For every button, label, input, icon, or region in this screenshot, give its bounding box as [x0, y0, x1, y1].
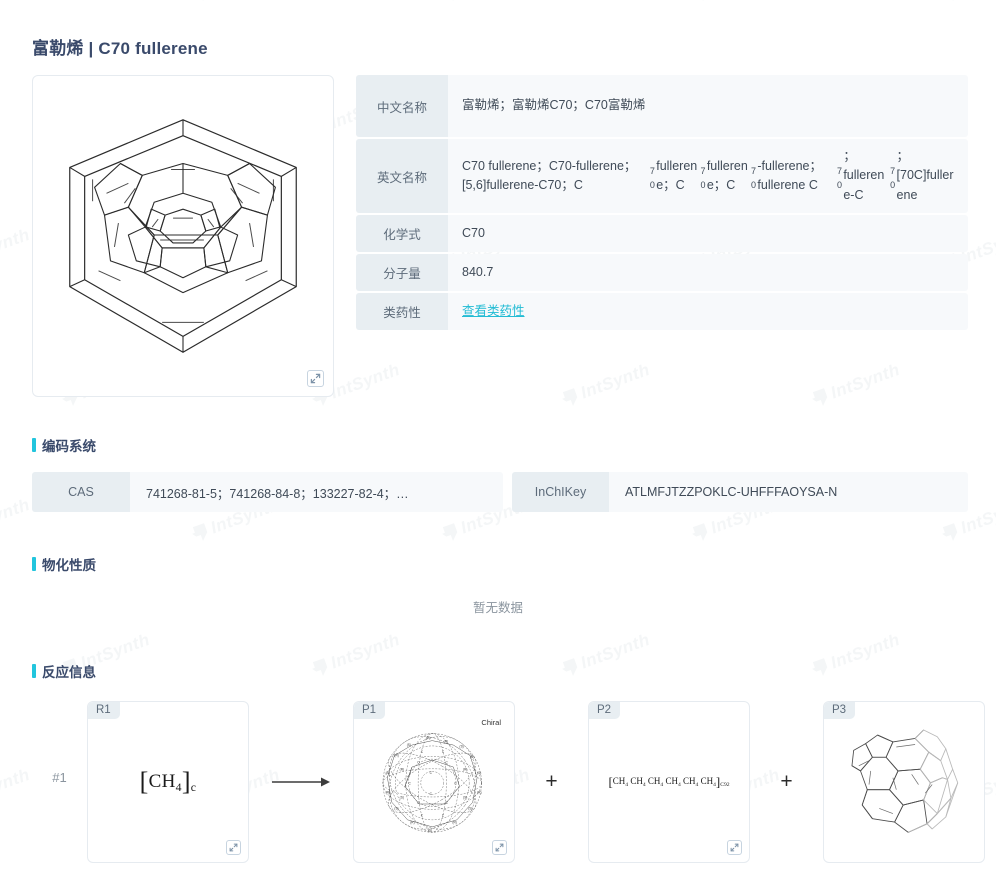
product-structure-p3 — [824, 702, 984, 862]
table-row: 分子量 840.7 — [356, 254, 968, 292]
prop-label-cn-name: 中文名称 — [356, 75, 448, 137]
svg-text:(S): (S) — [394, 806, 398, 810]
product-formula-p2: [CH4 CH4 CH4 CH4 CH4 CH4]C92 — [608, 774, 730, 789]
svg-text:(R): (R) — [394, 753, 398, 757]
product-card-p1[interactable]: P1 Chiral (R) (R) (S) (S) (R) (R) (S) (S… — [353, 701, 515, 863]
section-heading-coding: 编码系统 — [16, 435, 980, 455]
physchem-empty-text: 暂无数据 — [472, 601, 523, 615]
view-druglikeness-link[interactable]: 查看类药性 — [462, 302, 525, 321]
inchikey-field[interactable]: InChIKey ATLMFJTZZPOKLC-UHFFFAOYSA-N — [512, 472, 968, 512]
page-title: 富勒烯 | C70 fullerene — [32, 39, 208, 58]
reaction-arrow — [249, 775, 353, 789]
svg-text:(R): (R) — [463, 768, 467, 772]
product-card-p2[interactable]: P2 [CH4 CH4 CH4 CH4 CH4 CH4]C92 — [588, 701, 750, 863]
reaction-row: #1 R1 [CH4]c P1 Chiral (R) (R) (S) (S) (… — [16, 701, 985, 863]
expand-reactant-r1-icon[interactable] — [226, 840, 241, 855]
plus-separator-2: + — [780, 770, 793, 793]
reaction-flow: R1 [CH4]c P1 Chiral (R) (R) (S) (S) (R) … — [87, 701, 985, 863]
property-table: 中文名称 富勒烯；富勒烯C70；C70富勒烯 英文名称 C70 fulleren… — [356, 75, 968, 397]
reactant-structure-r1: [CH4]c — [88, 702, 248, 862]
prop-label-en-name: 英文名称 — [356, 139, 448, 214]
svg-text:(S): (S) — [460, 745, 464, 749]
prop-value-druglikeness: 查看类药性 — [448, 293, 968, 331]
svg-text:(R): (R) — [426, 736, 430, 740]
arrow-right-icon — [272, 777, 330, 787]
svg-text:C: C — [454, 782, 457, 786]
cas-label: CAS — [32, 472, 130, 512]
svg-text:(R): (R) — [444, 739, 448, 743]
fullerene-structure-drawing — [69, 119, 297, 353]
reactant-formula-r1: [CH4]c — [139, 767, 197, 796]
cas-value: 741268-81-5；741268-84-8；133227-82-4；… — [130, 472, 503, 512]
svg-text:C: C — [430, 771, 433, 775]
prop-value-en-name: C70 fullerene；C70-fullerene；[5,6]fullere… — [448, 139, 968, 214]
svg-text:C: C — [445, 761, 448, 765]
svg-text:(S): (S) — [386, 771, 390, 775]
table-row: 化学式 C70 — [356, 215, 968, 253]
svg-text:C: C — [421, 750, 424, 754]
svg-text:(R): (R) — [410, 820, 414, 824]
expand-structure-icon[interactable] — [307, 370, 324, 387]
svg-text:C: C — [421, 813, 424, 817]
table-row: 中文名称 富勒烯；富勒烯C70；C70富勒烯 — [356, 75, 968, 137]
svg-text:(R): (R) — [452, 820, 456, 824]
svg-text:(R): (R) — [477, 790, 481, 794]
svg-text:C: C — [442, 750, 445, 754]
section-heading-physchem: 物化性质 — [16, 554, 980, 574]
expand-product-p1-icon[interactable] — [492, 840, 507, 855]
svg-text:C: C — [408, 782, 411, 786]
prop-label-formula: 化学式 — [356, 215, 448, 253]
svg-text:(S): (S) — [428, 828, 432, 832]
table-row: 类药性 查看类药性 — [356, 293, 968, 331]
section-heading-reaction: 反应信息 — [16, 661, 980, 681]
compound-overview: 中文名称 富勒烯；富勒烯C70；C70富勒烯 英文名称 C70 fulleren… — [16, 75, 980, 397]
fullerene-cage-drawing-p3 — [851, 729, 959, 833]
prop-value-formula: C70 — [448, 215, 968, 253]
svg-text:(R): (R) — [400, 768, 404, 772]
plus-separator-1: + — [545, 770, 558, 793]
svg-text:(R): (R) — [470, 755, 474, 759]
prop-value-molweight: 840.7 — [448, 254, 968, 292]
reactant-card-r1[interactable]: R1 [CH4]c — [87, 701, 249, 863]
svg-text:C: C — [445, 801, 448, 805]
page-root: 富勒烯 | C70 fullerene 中文名称 富勒烯；富勒烯C70；C70富… — [0, 0, 996, 863]
svg-text:(S): (S) — [468, 806, 472, 810]
structure-image-card[interactable] — [32, 75, 334, 397]
svg-text:(R): (R) — [386, 790, 390, 794]
product-structure-p2: [CH4 CH4 CH4 CH4 CH4 CH4]C92 — [589, 702, 749, 862]
reaction-section: 反应信息 #1 R1 [CH4]c P1 Chiral (R) (R) (S) … — [16, 661, 985, 863]
physchem-section: 物化性质 暂无数据 — [16, 554, 980, 616]
prop-label-molweight: 分子量 — [356, 254, 448, 292]
table-row: 英文名称 C70 fullerene；C70-fullerene；[5,6]fu… — [356, 139, 968, 214]
prop-label-druglikeness: 类药性 — [356, 293, 448, 331]
inchikey-label: InChIKey — [512, 472, 609, 512]
svg-text:(S): (S) — [400, 796, 404, 800]
product-structure-p1: (R) (R) (S) (S) (R) (R) (S) (S) (R) (R) (S) (S… — [354, 702, 514, 862]
svg-text:C: C — [442, 813, 445, 817]
svg-text:(S): (S) — [463, 796, 467, 800]
expand-product-p2-icon[interactable] — [727, 840, 742, 855]
coding-row: CAS 741268-81-5；741268-84-8；133227-82-4；… — [16, 472, 980, 512]
cas-field[interactable]: CAS 741268-81-5；741268-84-8；133227-82-4；… — [32, 472, 503, 512]
svg-text:(S): (S) — [477, 771, 481, 775]
svg-text:(S): (S) — [407, 743, 411, 747]
dense-fullerene-drawing-p1: (R) (R) (S) (S) (R) (R) (S) (S) (R) (R) (S) (S… — [382, 733, 482, 833]
inchikey-value: ATLMFJTZZPOKLC-UHFFFAOYSA-N — [609, 472, 968, 512]
reaction-index-label: #1 — [52, 769, 67, 785]
coding-system-section: 编码系统 CAS 741268-81-5；741268-84-8；133227-… — [16, 435, 980, 512]
product-card-p3[interactable]: P3 — [823, 701, 985, 863]
prop-value-cn-name: 富勒烯；富勒烯C70；C70富勒烯 — [448, 75, 968, 137]
